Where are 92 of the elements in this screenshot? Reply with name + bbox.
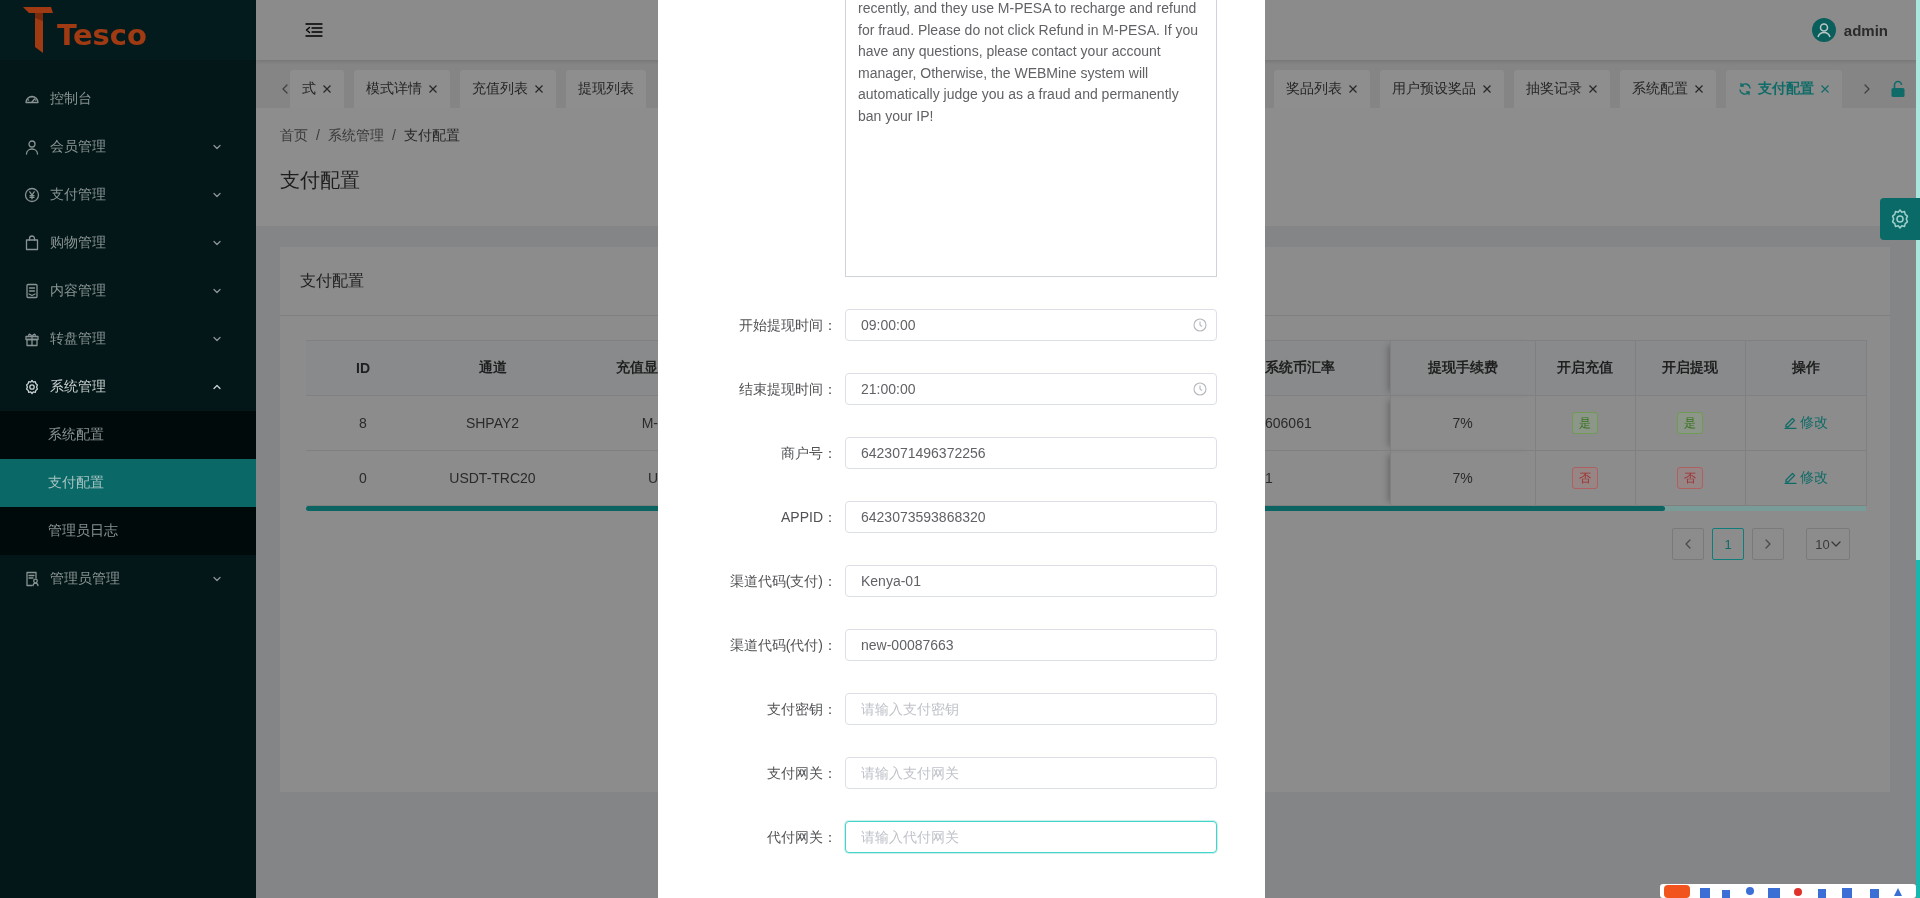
sidebar-menu-item[interactable]: 购物管理 [0,219,256,267]
table-cell: SHPAY2 [420,395,565,451]
table-cell: 8 [306,395,420,451]
tab[interactable]: 式 [290,70,344,108]
column-header: 通道 [420,340,565,396]
column-header: ID [306,340,420,396]
column-header: 系统币汇率 [1265,340,1390,396]
input-field[interactable]: 6423073593868320 [845,501,1217,533]
breadcrumb-separator: / [391,126,396,145]
input-field[interactable]: 请输入代付网关 [845,821,1217,853]
field-label: 支付网关： [766,764,837,783]
vertical-scrollbar[interactable] [1916,0,1920,898]
bag-icon [24,235,40,251]
table-cell: USDT-TRC20 [420,450,565,506]
breadcrumb-current: 支付配置 [403,126,460,145]
input-field[interactable]: new-00087663 [845,629,1217,661]
pencil-icon [1783,471,1797,485]
yen-circle-icon [24,187,40,203]
field-label: 渠道代码(代付)： [728,636,837,655]
close-icon[interactable] [534,84,544,94]
breadcrumb-separator: / [316,126,320,145]
chevron-right-icon [1764,538,1772,550]
logo-text: Tesco [57,18,147,52]
column-header: 操作 [1745,340,1866,396]
field-label: 代付网关： [766,828,837,847]
breadcrumb-link[interactable]: 系统管理 [327,124,384,146]
gear-icon [24,379,40,395]
sidebar-menu-item[interactable]: 内容管理 [0,267,256,315]
sidebar-menu-item[interactable]: 控制台 [0,75,256,123]
avatar-icon [1811,18,1836,42]
sidebar-menu-item[interactable]: 系统管理 [0,363,256,411]
input-field[interactable]: Kenya-01 [845,565,1217,597]
submenu-item[interactable]: 管理员日志 [0,507,256,555]
column-header: 开启充值 [1535,340,1635,396]
input-field[interactable]: 6423071496372256 [845,437,1217,469]
tab[interactable]: 奖品列表 [1274,70,1370,108]
submenu-item[interactable]: 支付配置 [0,459,256,507]
logo-icon [23,7,53,53]
field-label: 结束提现时间： [738,380,837,399]
sidebar-menu-item[interactable]: 转盘管理 [0,315,256,363]
clock-icon [1193,382,1207,396]
settings-icon [1889,208,1911,230]
card-title: 支付配置 [300,270,364,291]
tab[interactable]: 充值列表 [460,70,556,108]
chevron-right-icon[interactable] [1862,83,1872,95]
clock-icon [1193,318,1207,332]
tab[interactable]: 系统配置 [1620,70,1716,108]
refresh-icon [1738,82,1752,96]
column-header: 充值显 [565,340,658,396]
chevron-left-icon[interactable] [280,83,290,95]
settings-button[interactable] [1880,198,1920,240]
notice-textarea[interactable]: recently, and they use M-PESA to recharge and refund for fraud. Please do not click Refund in M-PESA. If you have any questions, please contact your account manager, Otherwise, the WEBMine system will automatically judge you as a fraud and permanently ban your IP! [845,0,1217,277]
field-label: 支付密钥： [766,700,837,719]
time-input-field[interactable]: 21:00:00 [845,373,1217,405]
user-icon [24,139,40,155]
pencil-icon [1783,416,1797,430]
sidebar-menu-item[interactable]: 支付管理 [0,171,256,219]
breadcrumb-link[interactable]: 首页 [280,124,308,146]
submenu-item[interactable]: 系统配置 [0,411,256,459]
time-input-field[interactable]: 09:00:00 [845,309,1217,341]
input-field[interactable]: 请输入支付网关 [845,757,1217,789]
tab[interactable]: 模式详情 [354,70,450,108]
input-field[interactable]: 请输入支付密钥 [845,693,1217,725]
close-icon[interactable] [1588,84,1598,94]
sidebar-menu-item[interactable]: 管理员管理 [0,555,256,603]
indent-icon[interactable] [305,22,323,38]
document-user-icon [24,571,40,587]
column-header: 提现手续费 [1390,340,1535,396]
tab[interactable]: 提现列表 [566,70,646,108]
close-icon[interactable] [428,84,438,94]
chevron-left-icon [1684,538,1692,550]
field-label: 渠道代码(支付)： [728,572,837,591]
document-icon [24,283,40,299]
gift-icon [24,331,40,347]
column-header: 开启提现 [1635,340,1745,396]
close-icon[interactable] [1694,84,1704,94]
sidebar-menu-item[interactable]: 会员管理 [0,123,256,171]
table-cell: 7% [1390,450,1535,506]
table-cell: 0 [306,450,420,506]
chevron-down-icon [1830,540,1841,548]
page-size-select[interactable]: 10 [1806,528,1850,560]
field-label: 商户号： [780,444,837,463]
field-label: APPID： [780,508,837,527]
close-icon[interactable] [1482,84,1492,94]
field-label: 开始提现时间： [738,316,837,335]
table-cell: 7% [1390,395,1535,451]
close-icon[interactable] [1348,84,1358,94]
page-title: 支付配置 [280,168,361,193]
tab[interactable]: 用户预设奖品 [1380,70,1504,108]
close-icon[interactable] [322,84,332,94]
user-name[interactable]: admin [1843,21,1888,39]
tab[interactable]: 抽奖记录 [1514,70,1610,108]
